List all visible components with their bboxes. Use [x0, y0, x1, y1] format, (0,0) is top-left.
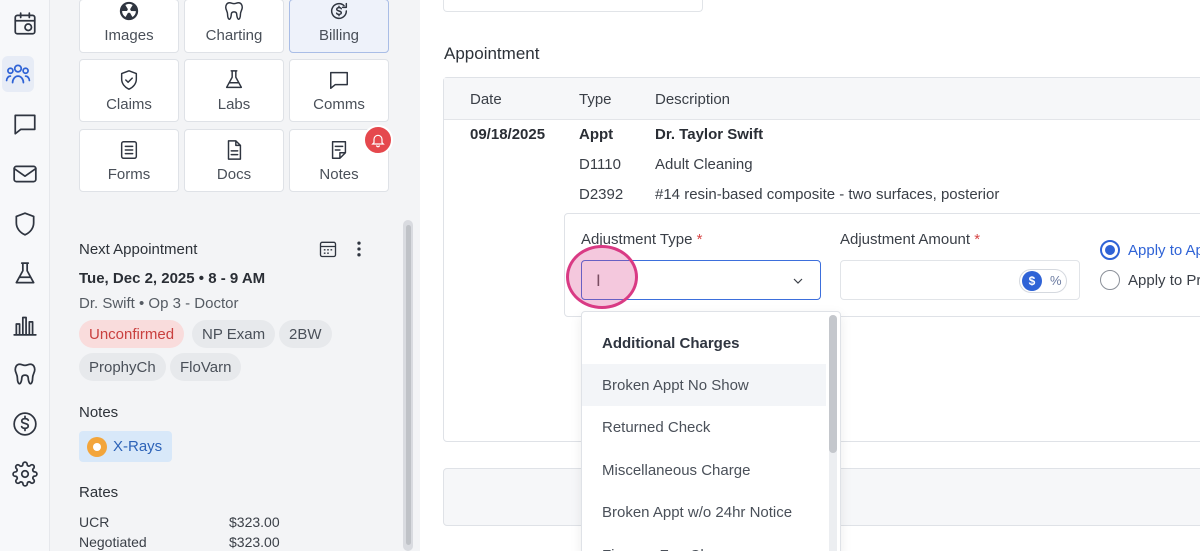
radio-selected[interactable] [1100, 240, 1120, 260]
schedule-icon[interactable] [0, 6, 50, 42]
procedure-chip: FloVarn [170, 353, 242, 381]
tile-label: Images [104, 27, 154, 44]
next-appointment-provider: Dr. Swift • Op 3 - Doctor [79, 295, 239, 312]
flask-icon [225, 70, 243, 89]
side-panel-scroll-thumb[interactable] [406, 225, 411, 545]
tile-label: Billing [318, 27, 360, 44]
document-icon [227, 140, 242, 160]
tile-label: Docs [216, 166, 252, 183]
patients-icon[interactable] [2, 56, 34, 92]
dropdown-option[interactable]: Miscellaneous Charge [582, 449, 826, 491]
adjustment-amount-label: Adjustment Amount * [840, 231, 981, 248]
radio-unselected[interactable] [1100, 270, 1120, 290]
dollar-icon[interactable] [0, 406, 50, 442]
notification-bell-icon[interactable] [363, 125, 393, 155]
row-description: #14 resin-based composite - two surfaces… [655, 186, 1000, 203]
amount-unit-toggle[interactable]: $ % [1019, 269, 1067, 293]
notes-title: Notes [79, 404, 119, 421]
form-icon [120, 141, 138, 159]
chat-icon[interactable] [0, 106, 50, 142]
adjustment-amount-input[interactable]: $ % [840, 260, 1080, 300]
tile-label: Claims [106, 96, 152, 113]
row-description: Dr. Taylor Swift [655, 126, 764, 143]
dropdown-option[interactable]: Returned Check [582, 406, 826, 448]
row-type: Appt [579, 126, 614, 143]
rate-label: Negotiated [79, 534, 147, 550]
chevron-down-icon[interactable] [790, 273, 806, 289]
column-header-description: Description [655, 91, 731, 108]
shield-check-icon [120, 70, 138, 90]
dropdown-option[interactable]: Broken Appt w/o 24hr Notice [582, 491, 826, 533]
radiation-icon [87, 436, 107, 457]
tile-comms[interactable]: Comms [289, 59, 389, 122]
note-badge-label: X-Rays [113, 438, 163, 455]
next-appointment-date: Tue, Dec 2, 2025 • 8 - 9 AM [79, 270, 266, 287]
tooth-icon[interactable] [0, 356, 50, 392]
apply-option-2[interactable]: Apply to Pr [1100, 270, 1200, 290]
top-card [443, 0, 703, 12]
mail-icon[interactable] [0, 156, 50, 192]
row-type: D1110 [579, 156, 621, 173]
procedure-chip: NP Exam [192, 320, 276, 348]
apply-option-1[interactable]: Apply to Ap [1100, 240, 1200, 260]
note-badge-xrays[interactable]: X-Rays [79, 431, 173, 462]
chat-icon [330, 71, 348, 89]
tile-label: Forms [107, 166, 151, 183]
required-mark: * [974, 231, 981, 248]
tile-label: Labs [217, 96, 251, 113]
tile-docs[interactable]: Docs [184, 129, 284, 192]
tile-labs[interactable]: Labs [184, 59, 284, 122]
icon-rail [0, 0, 50, 551]
click-highlight-indicator [566, 245, 638, 309]
required-mark: * [696, 231, 703, 248]
tile-claims[interactable]: Claims [79, 59, 179, 122]
dropdown-option[interactable]: Finance Fee Charge [582, 534, 826, 551]
apply-option-label: Apply to Pr [1128, 271, 1200, 289]
tile-charting[interactable]: Charting [184, 0, 284, 53]
calendar-icon[interactable] [318, 239, 338, 259]
dollar-toggle[interactable]: $ [1022, 271, 1042, 291]
shield-icon[interactable] [0, 206, 50, 242]
rate-value: $323.00 [229, 514, 280, 530]
dropdown-scroll-thumb[interactable] [829, 315, 837, 453]
rate-value: $323.00 [229, 534, 280, 550]
row-type: D2392 [579, 186, 624, 203]
procedure-chip: 2BW [279, 320, 332, 348]
adjustment-type-dropdown: Additional Charges Broken Appt No Show R… [581, 311, 841, 551]
tile-billing[interactable]: Billing [289, 0, 389, 53]
adjustment-form: Adjustment Type * Adjustment Amount * I … [564, 213, 1200, 317]
tile-forms[interactable]: Forms [79, 129, 179, 192]
next-appointment-title: Next Appointment [79, 241, 198, 258]
rate-row: Negotiated $323.00 [79, 534, 289, 550]
rate-label: UCR [79, 514, 110, 530]
percent-toggle[interactable]: % [1050, 273, 1062, 288]
apply-option-label: Apply to Ap [1128, 241, 1200, 259]
tile-label: Comms [313, 96, 365, 113]
row-description: Adult Cleaning [655, 156, 753, 173]
rates-title: Rates [79, 484, 119, 501]
dropdown-option[interactable]: Broken Appt No Show [582, 364, 826, 406]
status-chip-unconfirmed: Unconfirmed [79, 320, 185, 348]
flask-icon[interactable] [0, 256, 50, 292]
rate-row: UCR $323.00 [79, 514, 289, 530]
tile-images[interactable]: Images [79, 0, 179, 53]
patient-side-panel: Images Charting Billing Claims Labs Comm… [51, 0, 417, 551]
procedure-chip: ProphyCh [79, 353, 166, 381]
bar-chart-icon[interactable] [0, 306, 50, 342]
appointment-section-title: Appointment [444, 44, 540, 63]
dollar-refresh-icon [330, 2, 348, 20]
radiation-icon [119, 1, 139, 21]
more-options-icon[interactable] [349, 239, 369, 259]
gear-icon[interactable] [0, 456, 50, 492]
column-header-type: Type [579, 91, 612, 108]
table-header: Date Type Description [444, 78, 1200, 120]
tile-label: Notes [319, 166, 359, 183]
note-icon [331, 141, 347, 159]
column-header-date: Date [470, 91, 502, 108]
dropdown-group-header: Additional Charges [602, 334, 740, 352]
row-date: 09/18/2025 [470, 126, 546, 143]
tile-label: Charting [205, 27, 263, 44]
tooth-icon [225, 2, 243, 20]
